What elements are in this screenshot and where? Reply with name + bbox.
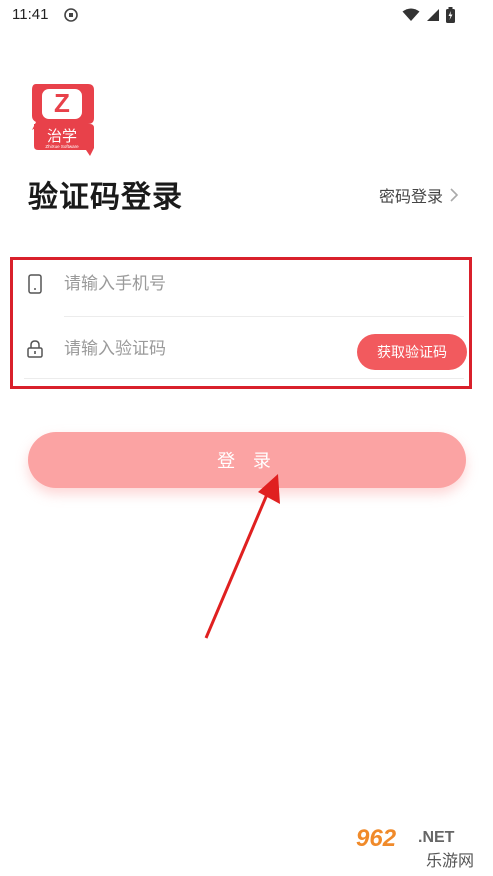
zhixue-logo-icon: Z 治学 ZhiXue Software	[32, 84, 94, 156]
highlight-annotation-box	[10, 257, 472, 389]
app-logo: Z 治学 ZhiXue Software	[28, 80, 96, 158]
logo-name-cn: 治学	[47, 127, 77, 145]
shield-icon	[64, 8, 78, 22]
password-login-link[interactable]: 密码登录	[379, 183, 459, 207]
battery-icon	[446, 7, 455, 23]
page-title: 验证码登录	[28, 180, 183, 215]
status-icons	[402, 7, 455, 23]
watermark-cn: 乐游网	[426, 851, 474, 870]
chevron-right-icon	[450, 188, 459, 202]
signal-icon	[427, 9, 439, 21]
logo-letter: Z	[54, 88, 70, 118]
status-time: 11:41	[12, 6, 49, 23]
arrow-annotation-icon	[204, 474, 280, 639]
logo-name-en: ZhiXue Software	[45, 144, 79, 149]
password-login-label: 密码登录	[378, 187, 443, 206]
watermark-number: 962	[356, 825, 397, 852]
wifi-icon	[402, 8, 420, 21]
watermark-logo: 962 .NET 乐游网	[356, 825, 474, 870]
watermark-suffix: .NET	[418, 829, 455, 846]
status-bar: 11:41	[0, 0, 493, 32]
